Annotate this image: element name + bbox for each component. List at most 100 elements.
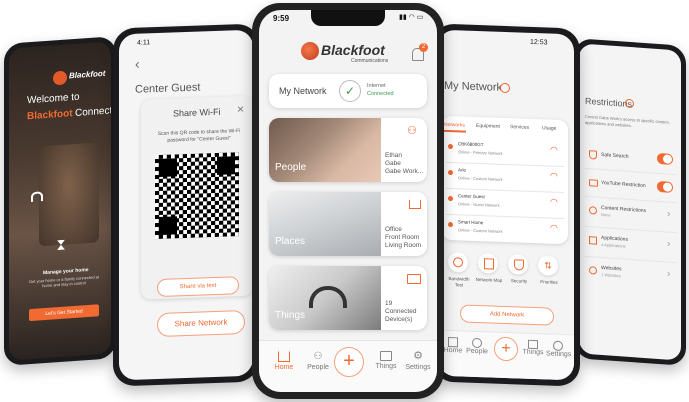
qr-code [155,152,239,240]
nav-home[interactable]: Home [442,336,464,355]
people-icon: ⚇ [407,125,417,137]
product-text: Connect [75,105,111,119]
restriction-row[interactable]: YouTube Restriction [585,170,677,200]
place-name: Living Room [385,242,422,249]
bandwidth-test-button[interactable]: Bandwidth Test [444,251,474,299]
tab-equipment[interactable]: Equipment [476,123,500,130]
youtube-icon [589,179,598,187]
tab-networks[interactable]: Networks [444,122,465,129]
chevron-right-icon: › [667,238,671,250]
network-row[interactable]: CBK6800GT Online - Primary Network ◠ [446,138,564,164]
restriction-label: YouTube Restriction [601,179,646,190]
internet-status: Connected [367,91,394,97]
network-name: CBK6800GT [458,141,484,148]
people-name: Gabe [385,160,401,167]
restriction-sub: None [601,211,611,218]
home-screen: 9:59 ▮▮ ◠ ▭ Blackfoot Communications 2 M… [259,10,437,392]
logo-subtext: Communications [351,58,389,64]
tab-usage[interactable]: Usage [542,125,556,132]
add-button[interactable]: + [334,347,364,377]
welcome-screen: Blackfoot Welcome to Blackfoot Connect M… [9,41,111,361]
nav-people[interactable]: People [466,337,488,356]
info-icon[interactable] [625,98,634,109]
close-icon[interactable]: × [237,102,244,116]
apps-icon [589,236,597,245]
chevron-right-icon: › [667,208,671,220]
restriction-row[interactable]: Applications 4 Applications › [585,228,677,260]
action-label: Network Map [475,276,503,283]
restriction-row[interactable]: Websites 1 Websites › [585,258,677,290]
restriction-row[interactable]: Content Restrictions None › [585,198,677,230]
nav-settings[interactable]: Settings [546,340,572,359]
network-name: Center Guest [458,193,485,200]
network-status: Online - Custom Network [458,175,503,182]
brand-text: Blackfoot [27,108,73,123]
tab-services[interactable]: Services [510,124,529,131]
map-icon [478,253,498,274]
nav-label: People [307,364,329,371]
network-row[interactable]: Arlo Online - Custom Network ◠ [446,164,564,190]
back-chevron-icon[interactable]: ‹ [135,56,140,72]
things-card[interactable]: Things 19 Connected Device(s) [269,266,427,330]
people-card[interactable]: People ⚇ Ethan Gabe Gabe Work... [269,118,427,182]
restrictions-screen: Restrictions Control Gabe Work's access … [579,43,681,361]
blackfoot-logo [53,70,67,86]
people-name: Ethan [385,152,402,159]
my-network-card[interactable]: My Network ✓ Internet Connected [269,74,427,108]
network-map-button[interactable]: Network Map [474,253,504,300]
manage-desc: Get your home or a family connected at h… [28,274,100,289]
nav-people[interactable]: ⚇ People [303,351,333,371]
nav-label: Settings [405,364,431,371]
home-icon [448,336,458,348]
shield-icon [589,150,597,160]
info-icon[interactable] [500,82,510,94]
get-started-button[interactable]: Let's Get Started [29,304,99,322]
restriction-row[interactable]: Safe Search [585,142,677,172]
phone-my-network: 12:53 My Network Networks Equipment Serv… [432,23,580,387]
people-name: Gabe Work... [385,168,424,175]
people-icon [472,337,482,349]
things-desc: Connected [385,308,417,315]
nav-things[interactable]: Things [522,339,544,357]
page-title: Center Guest [135,81,201,96]
add-network-button[interactable]: Add Network [460,304,554,326]
network-row[interactable]: Smart Home Online - Custom Network ◠ [446,216,564,242]
things-label: Things [275,310,306,321]
action-label: Priorities [540,279,558,285]
status-time: 4:11 [137,39,151,47]
youtube-toggle[interactable] [657,180,673,194]
share-via-text-button[interactable]: Share via text [157,276,239,298]
network-icon [448,221,453,228]
sort-icon: ⇅ [538,255,558,276]
nav-home[interactable]: Home [269,351,299,371]
network-row[interactable]: Center Guest Online - Guest Network ◠ [446,190,564,216]
priorities-button[interactable]: ⇅ Priorities [534,255,564,302]
internet-label: Internet [367,83,386,89]
phone-share-wifi: 4:11 ‹ Center Guest Share Wi-Fi × Scan t… [113,23,259,387]
things-count: 19 [385,300,393,307]
network-status: Online - Primary Network [458,149,503,156]
bottom-nav: Home People + Things Settings [438,329,574,381]
network-status: Online - Guest Network [458,201,500,208]
security-button[interactable]: Security [504,254,534,301]
network-name: Smart Home [458,219,484,226]
logo-mark [301,42,319,60]
add-button[interactable]: + [494,336,518,362]
place-name: Front Room [385,234,420,241]
share-network-button[interactable]: Share Network [157,309,245,338]
nav-label: Settings [546,350,572,359]
page-title: My Network [444,79,503,94]
share-wifi-screen: 4:11 ‹ Center Guest Share Wi-Fi × Scan t… [119,29,253,381]
wifi-icon: ◠ [550,144,558,155]
check-icon: ✓ [339,80,361,102]
phone-restrictions: Restrictions Control Gabe Work's access … [574,38,686,366]
nav-settings[interactable]: ⚙ Settings [403,351,433,372]
places-card[interactable]: Places Office Front Room Living Room [269,192,427,256]
logo-text: Blackfoot [69,68,106,81]
wifi-icon [31,191,43,203]
safe-search-toggle[interactable] [657,152,673,166]
nav-things[interactable]: Things [371,351,401,370]
wifi-icon: ◠ [550,222,558,233]
restriction-sub: 4 Applications [601,241,626,249]
nav-label: Home [274,364,294,371]
